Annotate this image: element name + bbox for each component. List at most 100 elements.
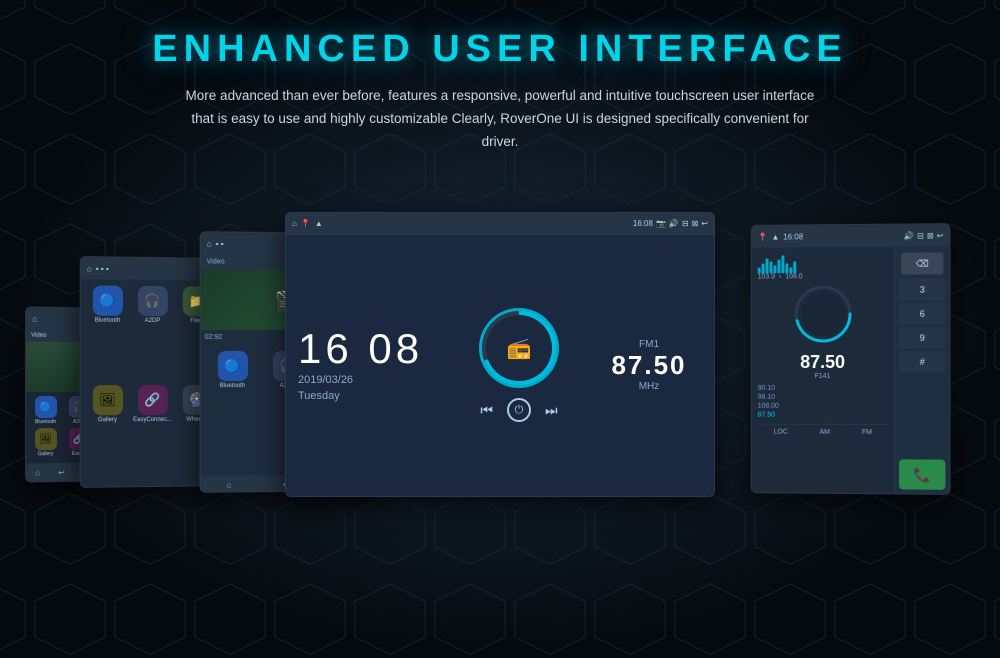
num-row-4: # bbox=[899, 351, 945, 373]
key-6[interactable]: 6 bbox=[899, 302, 945, 324]
radio-progress-circle: 📻 bbox=[479, 308, 559, 388]
numpad: ⌫ 3 6 9 # bbox=[895, 246, 949, 455]
bar-7 bbox=[781, 255, 784, 273]
right-topbar-left: 📍 ▲ 16:08 bbox=[758, 232, 803, 241]
next-track-btn[interactable]: ⏭ bbox=[545, 402, 558, 419]
center-home-icon: ⌂ bbox=[292, 219, 297, 228]
center-topbar-left: ⌂ 📍 ▲ bbox=[292, 219, 323, 228]
fl-bluetooth-icon: 🔵 bbox=[35, 396, 57, 418]
video-time: 02:92 bbox=[205, 334, 223, 341]
camera-icon: 📷 bbox=[656, 219, 666, 228]
time-date-panel: 16 08 2019/03/26 Tuesday bbox=[286, 235, 454, 496]
footer-back-icon: ↩ bbox=[58, 467, 65, 476]
bar-2 bbox=[762, 263, 765, 273]
key-9[interactable]: 9 bbox=[899, 327, 945, 349]
volume-icon: 🔊 bbox=[669, 219, 679, 228]
freq-item-2: 98.10 bbox=[758, 393, 888, 402]
freq-range-label: 103.9 › 108.0 bbox=[756, 273, 890, 281]
a2dp-label: A2DP bbox=[145, 318, 161, 324]
fm-mhz: MHz bbox=[639, 381, 660, 392]
app-gallery[interactable]: 🖼 Gallery bbox=[87, 385, 128, 481]
date-display: 2019/03/26 bbox=[298, 374, 442, 386]
right-frequency-display: 87.50 bbox=[756, 352, 890, 373]
bar-8 bbox=[785, 263, 788, 273]
center-signal-icon: ▲ bbox=[315, 219, 323, 228]
num-row-2: 6 bbox=[899, 302, 945, 324]
midleft-home-icon: ⌂ bbox=[207, 239, 212, 248]
power-btn[interactable]: ⏻ bbox=[507, 398, 531, 422]
mid-app-1-label: Bluetooth bbox=[220, 383, 246, 389]
right-topbar-right: 🔊 ⊟ ⊠ ↩ bbox=[904, 231, 943, 240]
right-loc-icon: 📍 bbox=[758, 232, 768, 241]
left-home-icon: ⌂ bbox=[87, 264, 92, 273]
bar-9 bbox=[789, 267, 792, 273]
freq-item-1: 90.10 bbox=[758, 384, 888, 393]
video-section-label: Video bbox=[207, 258, 225, 265]
key-3[interactable]: 3 bbox=[899, 278, 945, 300]
footer-home-icon: ⌂ bbox=[35, 468, 40, 477]
prev-track-btn[interactable]: ⏮ bbox=[480, 402, 493, 419]
bar-4 bbox=[770, 261, 773, 273]
bar-3 bbox=[766, 258, 769, 273]
backspace-key[interactable]: ⌫ bbox=[901, 252, 943, 274]
call-button[interactable]: 📞 bbox=[899, 459, 945, 489]
num-row-1: 3 bbox=[899, 278, 945, 300]
radio-dial-svg bbox=[793, 284, 853, 344]
apps-row: 📍 Navigation 📻 Radio 🎵 Music 🎬 Video ⚙ bbox=[286, 496, 714, 497]
mid-app-1[interactable]: 🔵 Bluetooth bbox=[207, 351, 258, 470]
loc-label: LOC bbox=[773, 428, 787, 435]
header-section: ENHANCED USER INTERFACE More advanced th… bbox=[152, 0, 847, 164]
freq-item-3: 108.00 bbox=[758, 402, 888, 411]
key-hash[interactable]: # bbox=[899, 351, 945, 373]
right-numpad-col: ⌫ 3 6 9 # bbox=[894, 246, 949, 494]
freq-item-active: 87.50 bbox=[758, 410, 888, 419]
right-radio-dial bbox=[793, 284, 853, 344]
radio-controls: ⏮ ⏻ ⏭ bbox=[480, 398, 557, 422]
screens-showcase: ⌂ ▪ ▪ ▪ Video 🔵 Bluetooth 🎧 bbox=[0, 182, 1000, 502]
a2dp-icon: 🎧 bbox=[138, 286, 168, 316]
fl-app-bluetooth[interactable]: 🔵 Bluetooth bbox=[30, 396, 61, 425]
screen-center: ⌂ 📍 ▲ 16:08 📷 🔊 ⊟ ⊠ ↩ 16 08 20 bbox=[285, 212, 715, 497]
radio-inner-icon: 📻 bbox=[507, 336, 532, 361]
fm-label: FM1 bbox=[639, 339, 659, 350]
right-back: ↩ bbox=[937, 231, 944, 240]
easyconnect-label: EasyConnec... bbox=[133, 417, 172, 423]
subtitle-text: More advanced than ever before, features… bbox=[180, 85, 820, 154]
fl-app-gallery[interactable]: 🖼 Gallery bbox=[30, 428, 61, 457]
radio-signal-bars bbox=[756, 253, 890, 274]
left-status-icons: ▪ ▪ ▪ bbox=[96, 264, 109, 273]
right-time: 16:08 bbox=[783, 232, 803, 241]
bar-6 bbox=[777, 259, 780, 273]
right-signal: ▲ bbox=[771, 232, 779, 241]
fl-bluetooth-label: Bluetooth bbox=[35, 419, 56, 425]
time-display: 16 08 bbox=[298, 328, 442, 370]
radio-dial-panel: 📻 ⏮ ⏻ ⏭ bbox=[454, 235, 584, 496]
app-bluetooth[interactable]: 🔵 Bluetooth bbox=[87, 285, 128, 381]
am-label: AM bbox=[819, 429, 829, 436]
fl-gallery-label: Gallery bbox=[38, 451, 54, 457]
fm-panel: FM1 87.50 MHz bbox=[584, 235, 714, 496]
app-easyconnect[interactable]: 🔗 EasyConnec... bbox=[132, 385, 173, 480]
window-icon2: ⊠ bbox=[692, 219, 699, 228]
app-a2dp[interactable]: 🎧 A2DP bbox=[132, 286, 173, 381]
right-vol-icon: 🔊 bbox=[904, 231, 914, 240]
gallery-label: Gallery bbox=[98, 417, 117, 423]
fm-mode-label: FM bbox=[862, 429, 872, 436]
right-win1: ⊟ bbox=[917, 231, 924, 240]
footer-home-icon-mid: ⌂ bbox=[227, 480, 232, 489]
radio-mode-bar: LOC AM FM bbox=[756, 423, 890, 440]
page-content: ENHANCED USER INTERFACE More advanced th… bbox=[0, 0, 1000, 658]
num-row-3: 9 bbox=[899, 327, 945, 349]
video-label: Video bbox=[31, 332, 46, 338]
bar-5 bbox=[773, 265, 776, 273]
bar-1 bbox=[758, 267, 761, 273]
easyconnect-icon: 🔗 bbox=[138, 385, 168, 415]
right-freq-sub: F141 bbox=[756, 373, 890, 380]
screen-right: 📍 ▲ 16:08 🔊 ⊟ ⊠ ↩ bbox=[751, 223, 951, 495]
freq-list: 90.10 98.10 108.00 87.50 bbox=[756, 384, 890, 420]
window-icon1: ⊟ bbox=[682, 219, 689, 228]
topbar-time: 16:08 bbox=[633, 219, 653, 228]
right-topbar: 📍 ▲ 16:08 🔊 ⊟ ⊠ ↩ bbox=[752, 224, 950, 248]
gallery-icon: 🖼 bbox=[92, 385, 122, 415]
fl-gallery-icon: 🖼 bbox=[35, 428, 57, 450]
